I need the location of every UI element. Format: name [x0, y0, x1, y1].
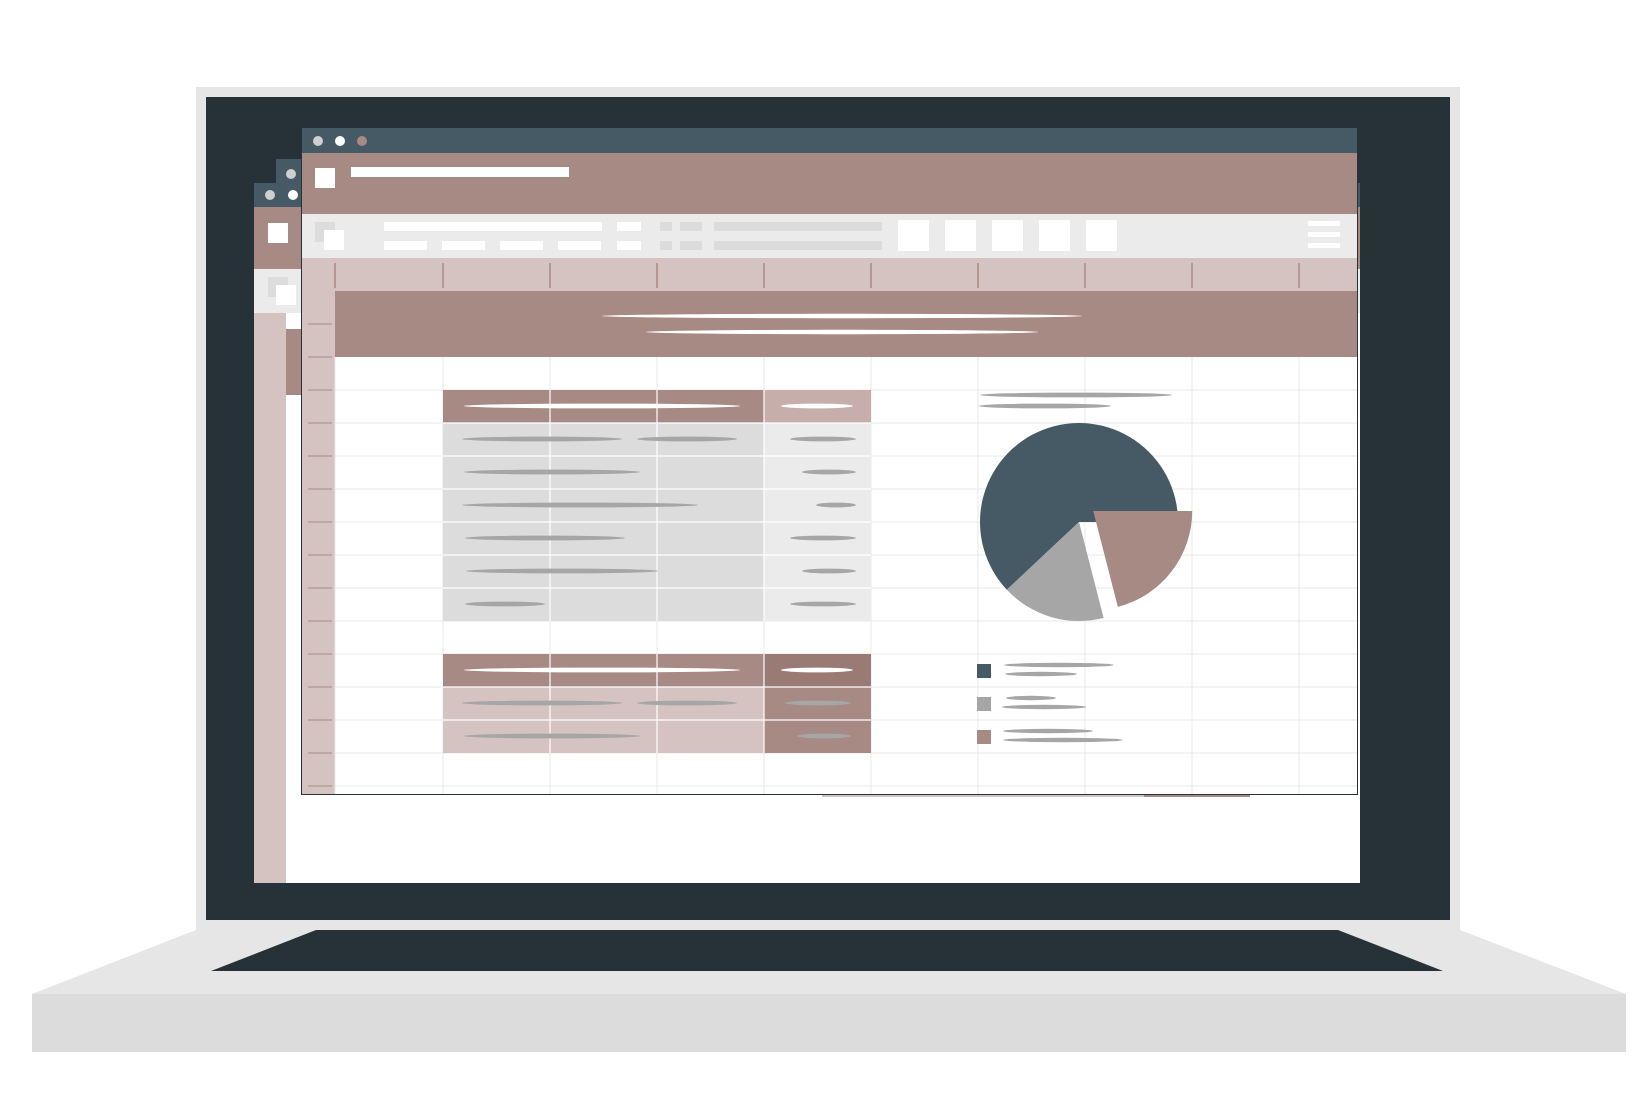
- legend-swatch-2: [977, 697, 991, 711]
- cell-placeholder: [466, 568, 658, 574]
- cell-placeholder: [462, 700, 622, 706]
- value-placeholder: [785, 700, 851, 706]
- pie-chart: [980, 423, 1193, 621]
- sheet-canvas: [308, 263, 1357, 794]
- spreadsheet-window: [301, 127, 1358, 795]
- legend-label-1: [1004, 662, 1114, 668]
- chart-title-placeholder: [980, 392, 1172, 398]
- value-placeholder: [802, 568, 856, 574]
- minimize-dot[interactable]: [288, 190, 298, 200]
- cell-placeholder: [464, 469, 640, 475]
- table-2-header-placeholder: [464, 667, 740, 673]
- back-row-header-column: [254, 313, 286, 883]
- app-logo-icon: [268, 223, 288, 243]
- legend-swatch-3: [977, 730, 991, 744]
- legend-label-2b: [1002, 704, 1086, 710]
- cell-placeholder: [464, 733, 640, 739]
- data-table-2: [443, 654, 871, 753]
- laptop-base-front: [32, 994, 1626, 1052]
- table-1-header-value-placeholder: [781, 403, 853, 409]
- value-placeholder: [797, 733, 851, 739]
- value-placeholder: [790, 535, 856, 541]
- chart-subtitle-placeholder: [979, 403, 1111, 409]
- cell-placeholder: [465, 601, 545, 607]
- cell-placeholder: [465, 535, 625, 541]
- back-sheet-band: [286, 329, 302, 395]
- value-placeholder: [790, 601, 856, 607]
- laptop-screen: [206, 97, 1450, 920]
- cell-placeholder: [637, 436, 737, 442]
- value-placeholder: [802, 469, 856, 475]
- legend-label-2: [1006, 695, 1056, 701]
- legend-label-1b: [1005, 671, 1077, 677]
- legend-label-3: [1003, 728, 1093, 734]
- cell-placeholder: [462, 502, 698, 508]
- chart-legend: [977, 662, 1123, 744]
- legend-swatch-1: [977, 664, 991, 678]
- sheet-title-placeholder: [602, 313, 1082, 319]
- laptop-base-top: [32, 930, 1626, 994]
- cell-placeholder: [637, 700, 737, 706]
- value-placeholder: [816, 502, 856, 508]
- data-table-1: [443, 390, 871, 621]
- sheet-subtitle-placeholder: [646, 329, 1038, 335]
- pie-slice-3: [1093, 510, 1193, 607]
- close-dot[interactable]: [286, 169, 296, 179]
- scroll-corner[interactable]: [1302, 793, 1322, 823]
- keyboard-area: [211, 930, 1443, 971]
- value-placeholder: [790, 436, 856, 442]
- table-2-header-value-placeholder: [781, 667, 853, 673]
- cell-placeholder: [462, 436, 622, 442]
- table-1-header-placeholder: [464, 403, 740, 409]
- paste-icon-front: [276, 285, 296, 305]
- close-dot[interactable]: [265, 190, 275, 200]
- legend-label-3b: [1003, 737, 1123, 743]
